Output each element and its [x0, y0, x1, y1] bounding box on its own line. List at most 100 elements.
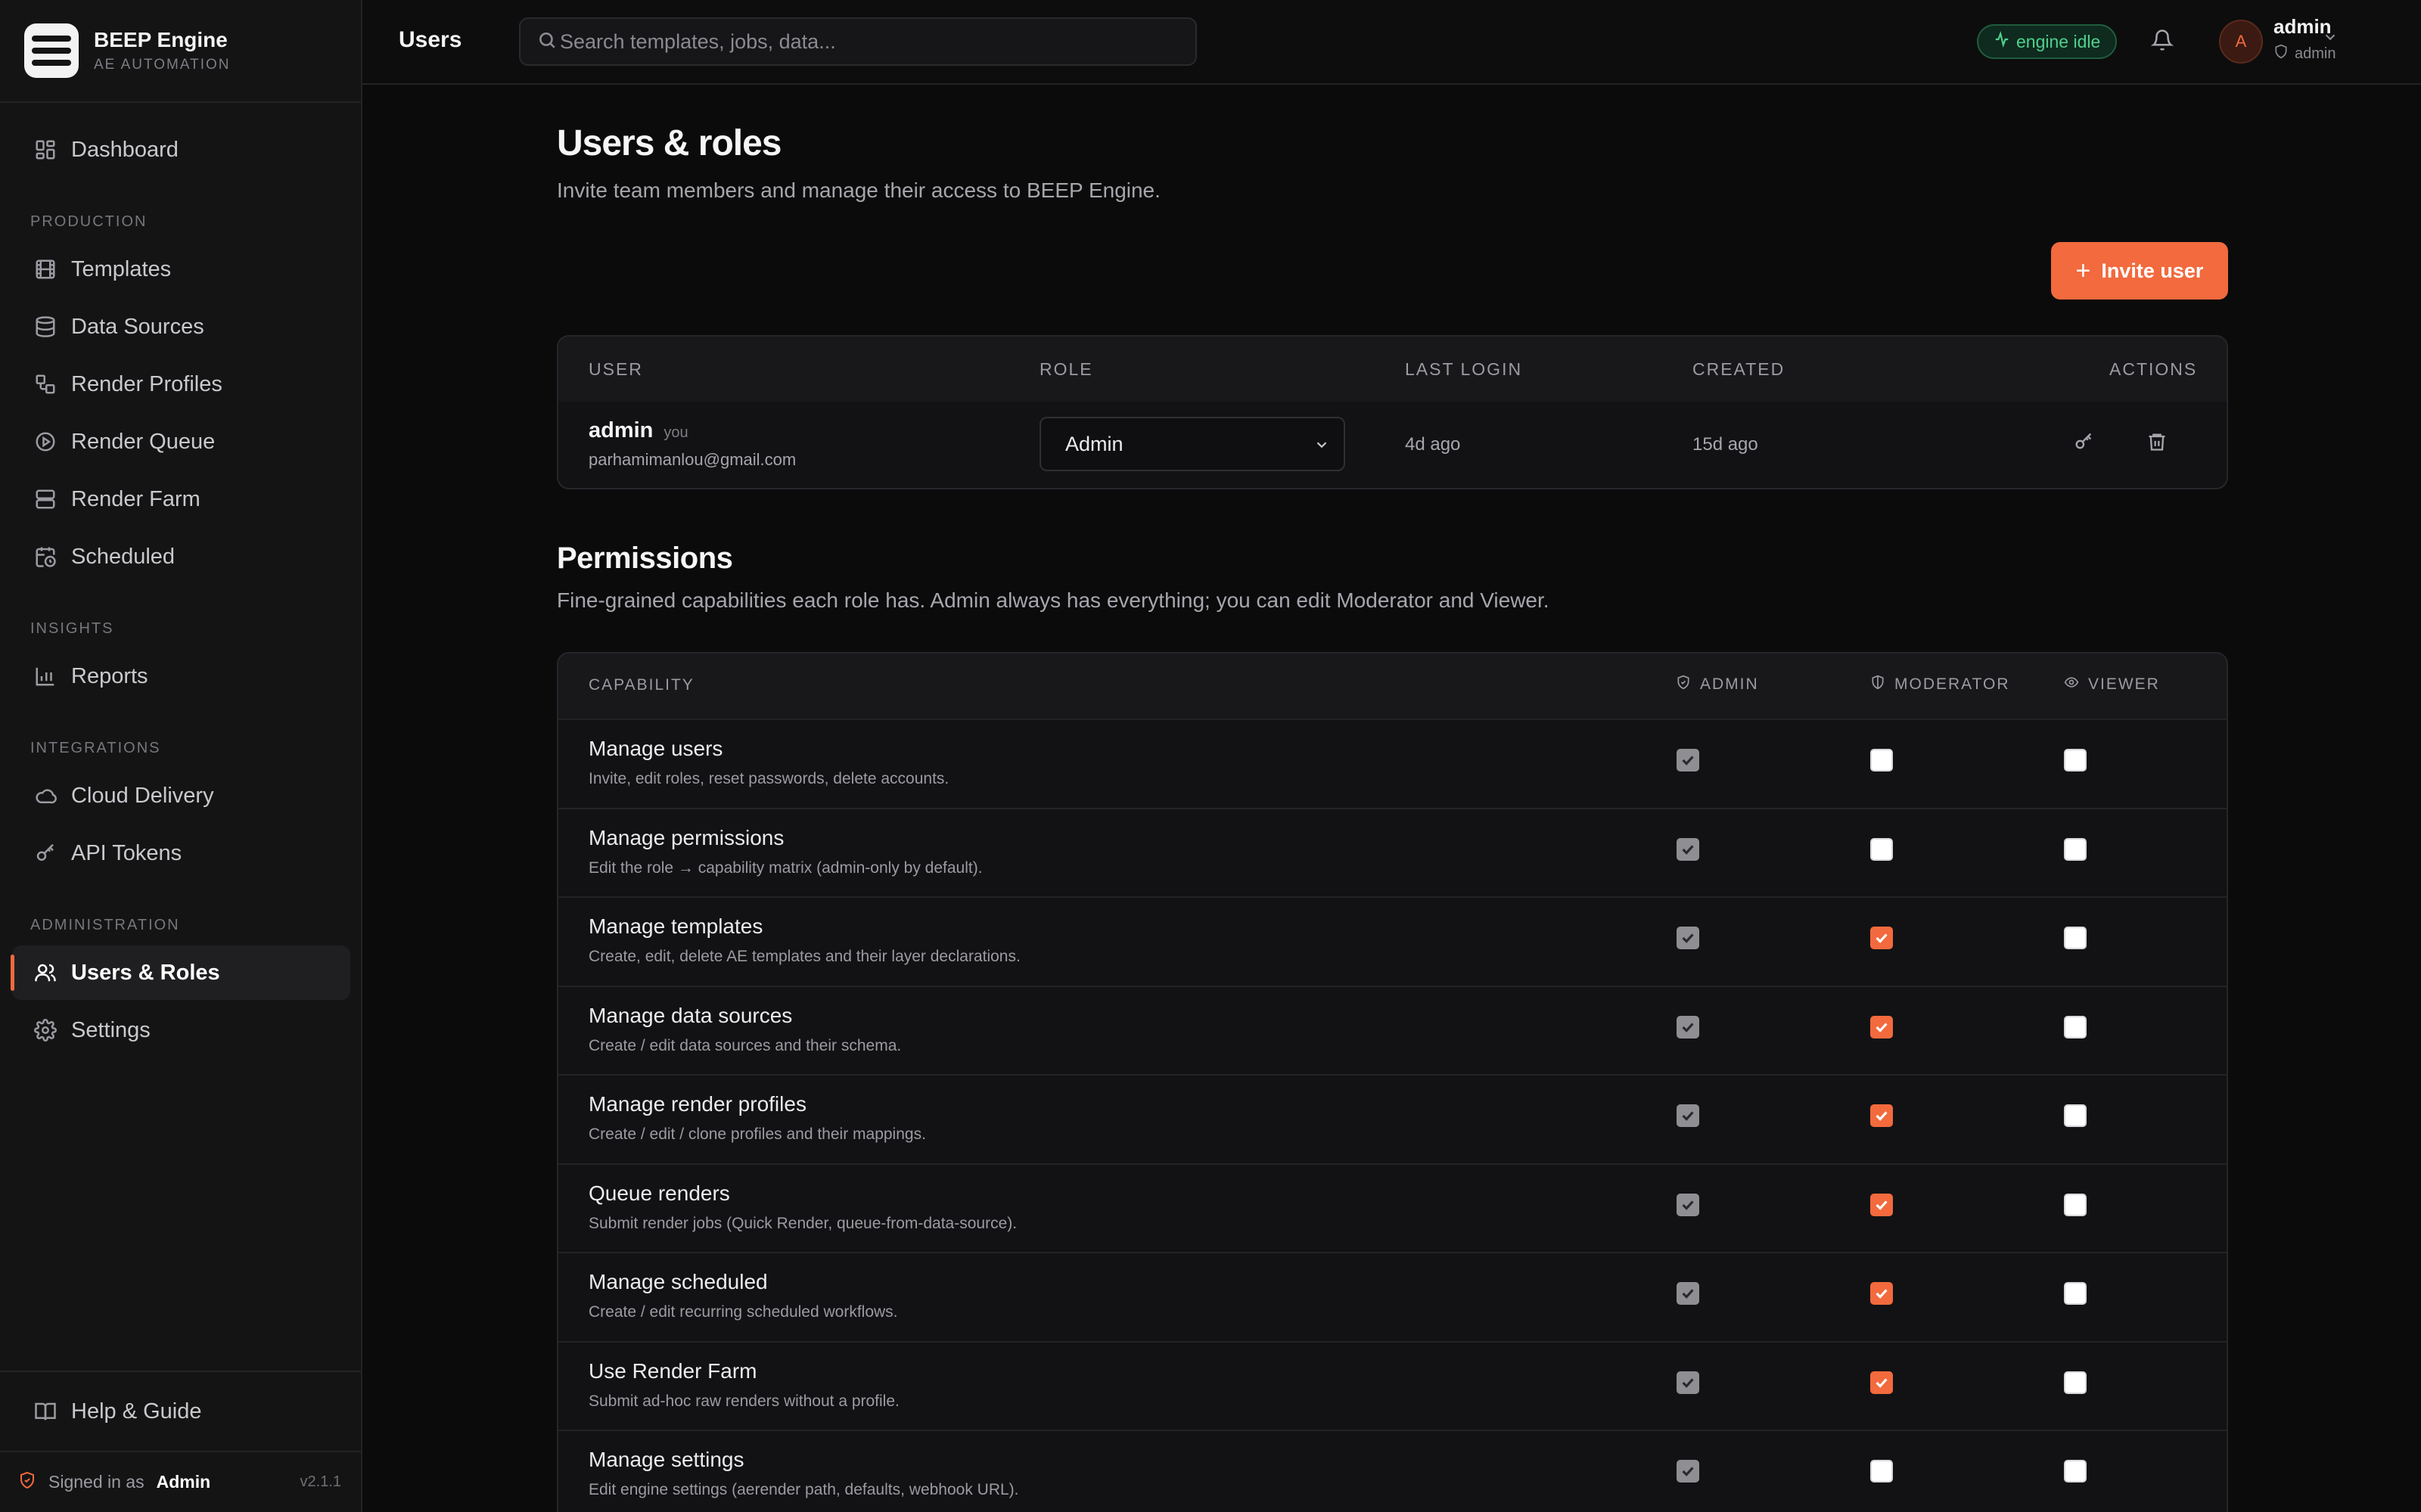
capability-name: Manage templates: [589, 914, 763, 938]
sidebar-item-data-sources[interactable]: Data Sources: [12, 300, 350, 354]
brand-logo-icon: [24, 23, 79, 78]
admin-permission-checkbox: [1677, 1371, 1699, 1394]
delete-user-button[interactable]: [2140, 426, 2174, 461]
sidebar-item-label: Help & Guide: [71, 1399, 202, 1424]
sidebar-item-cloud-delivery[interactable]: Cloud Delivery: [12, 768, 350, 823]
permissions-subtitle: Fine-grained capabilities each role has.…: [557, 588, 1549, 612]
column-header-admin: ADMIN: [1676, 675, 1759, 694]
capability-description: Create / edit data sources and their sch…: [589, 1036, 902, 1054]
sidebar-item-label: Scheduled: [71, 544, 176, 569]
shield-icon: [18, 1471, 36, 1494]
search-box[interactable]: [519, 17, 1197, 66]
capability-description: Create / edit / clone profiles and their…: [589, 1125, 926, 1143]
admin-permission-checkbox: [1677, 1460, 1699, 1483]
moderator-permission-checkbox[interactable]: [1870, 1460, 1893, 1483]
viewer-permission-checkbox[interactable]: [2064, 1460, 2087, 1483]
sidebar-item-render-queue[interactable]: Render Queue: [12, 414, 350, 469]
page-subtitle: Invite team members and manage their acc…: [557, 179, 1161, 202]
viewer-permission-checkbox[interactable]: [2064, 1282, 2087, 1305]
sidebar-item-reports[interactable]: Reports: [12, 649, 350, 703]
film-icon: [30, 254, 61, 284]
capability-description: Create, edit, delete AE templates and th…: [589, 948, 1021, 965]
capability-name: Use Render Farm: [589, 1358, 757, 1383]
moderator-permission-checkbox[interactable]: [1870, 1193, 1893, 1216]
invite-user-button[interactable]: + Invite user: [2051, 242, 2228, 300]
sidebar-item-templates[interactable]: Templates: [12, 242, 350, 297]
column-header-created: CREATED: [1692, 359, 1785, 379]
role-select[interactable]: Admin: [1040, 417, 1345, 471]
trash-icon: [2146, 431, 2168, 456]
notifications-button[interactable]: [2145, 24, 2180, 59]
moderator-permission-checkbox[interactable]: [1870, 1371, 1893, 1394]
brand-name: BEEP Engine: [94, 28, 228, 51]
permissions-title: Permissions: [557, 542, 733, 575]
sidebar-item-settings[interactable]: Settings: [12, 1003, 350, 1057]
avatar[interactable]: A: [2219, 20, 2263, 64]
reset-password-button[interactable]: [2066, 426, 2101, 461]
section-label-insights: INSIGHTS: [30, 620, 114, 637]
column-header-last-login: LAST LOGIN: [1405, 359, 1523, 379]
column-header-viewer: VIEWER: [2064, 675, 2160, 694]
moderator-permission-checkbox[interactable]: [1870, 837, 1893, 861]
engine-status-text: engine idle: [2016, 31, 2101, 51]
sidebar-item-label: Cloud Delivery: [71, 783, 214, 808]
moderator-permission-checkbox[interactable]: [1870, 1104, 1893, 1127]
sidebar-item-label: Render Queue: [71, 429, 216, 454]
moderator-permission-checkbox[interactable]: [1870, 927, 1893, 949]
play-circle-icon: [30, 427, 61, 457]
viewer-permission-checkbox[interactable]: [2064, 749, 2087, 772]
profiles-icon: [30, 369, 61, 399]
viewer-permission-checkbox[interactable]: [2064, 837, 2087, 861]
chevron-down-icon: [2322, 34, 2339, 48]
users-table-header: USER ROLE LAST LOGIN CREATED ACTIONS: [558, 337, 2227, 402]
shield-half-icon: [1870, 675, 1894, 694]
capability-name: Manage settings: [589, 1448, 744, 1471]
moderator-permission-checkbox[interactable]: [1870, 1015, 1893, 1039]
search-icon: [537, 30, 557, 54]
invite-user-label: Invite user: [2101, 259, 2204, 282]
sidebar-item-help[interactable]: Help & Guide: [12, 1384, 350, 1439]
capability-description: Edit the role → capability matrix (admin…: [589, 858, 983, 877]
you-tag: you: [664, 424, 688, 441]
sidebar-item-render-farm[interactable]: Render Farm: [12, 472, 350, 526]
plus-icon: +: [2075, 256, 2091, 285]
viewer-permission-checkbox[interactable]: [2064, 927, 2087, 949]
sidebar-item-scheduled[interactable]: Scheduled: [12, 529, 350, 584]
sidebar-item-api-tokens[interactable]: API Tokens: [12, 826, 350, 880]
signed-in-status: Signed in as Admin v2.1.1: [0, 1451, 361, 1512]
viewer-permission-checkbox[interactable]: [2064, 1193, 2087, 1216]
sidebar-item-label: Users & Roles: [71, 960, 220, 985]
sidebar-item-dashboard[interactable]: Dashboard: [12, 123, 350, 177]
search-input[interactable]: [560, 29, 1180, 54]
shield-icon: [2273, 44, 2295, 64]
brand: BEEP Engine AE AUTOMATION: [0, 0, 361, 103]
table-row: Manage scheduled Create / edit recurring …: [558, 1252, 2227, 1340]
eye-icon: [2064, 675, 2088, 694]
moderator-permission-checkbox[interactable]: [1870, 749, 1893, 772]
sidebar-item-label: Templates: [71, 256, 172, 281]
last-login-value: 4d ago: [1405, 434, 1461, 455]
sidebar-item-users-roles[interactable]: Users & Roles: [11, 945, 350, 1000]
sidebar-item-label: Reports: [71, 663, 148, 688]
admin-permission-checkbox: [1677, 1104, 1699, 1127]
viewer-permission-checkbox[interactable]: [2064, 1104, 2087, 1127]
sidebar-item-render-profiles[interactable]: Render Profiles: [12, 357, 350, 411]
viewer-permission-checkbox[interactable]: [2064, 1015, 2087, 1039]
column-header-capability: CAPABILITY: [589, 676, 695, 694]
signed-in-role: Admin: [156, 1472, 211, 1492]
column-header-moderator: MODERATOR: [1870, 675, 2010, 694]
page-title: Users & roles: [557, 123, 782, 163]
shield-check-icon: [1676, 675, 1700, 694]
cloud-icon: [30, 781, 61, 811]
table-row: Manage permissions Edit the role → capabi…: [558, 807, 2227, 896]
column-header-admin-label: ADMIN: [1700, 675, 1759, 693]
brand-subtitle: AE AUTOMATION: [94, 57, 231, 73]
viewer-permission-checkbox[interactable]: [2064, 1371, 2087, 1394]
admin-permission-checkbox: [1677, 1193, 1699, 1216]
sidebar-item-label: Settings: [71, 1017, 151, 1042]
sidebar-item-label: Dashboard: [71, 137, 179, 162]
moderator-permission-checkbox[interactable]: [1870, 1282, 1893, 1305]
capability-description: Submit ad-hoc raw renders without a prof…: [589, 1392, 900, 1410]
admin-permission-checkbox: [1677, 1282, 1699, 1305]
user-menu-toggle[interactable]: [2322, 29, 2339, 49]
